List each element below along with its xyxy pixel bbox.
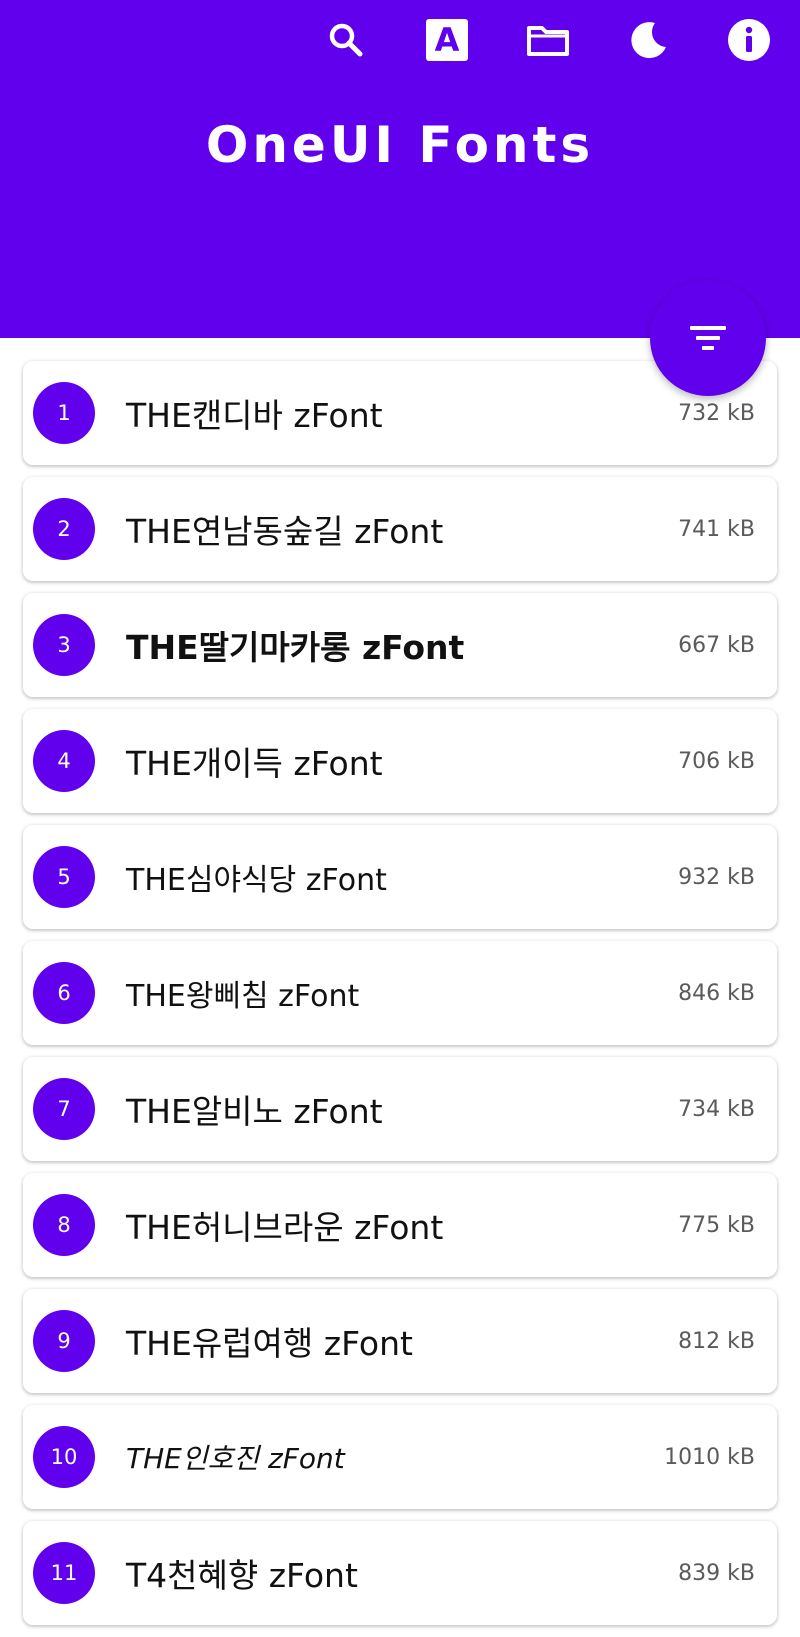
- folder-icon[interactable]: [522, 14, 574, 66]
- font-index-badge: 9: [33, 1310, 95, 1372]
- font-index-badge: 4: [33, 730, 95, 792]
- font-index-badge: 5: [33, 846, 95, 908]
- font-card-7[interactable]: 7 THE알비노 zFont 734 kB: [23, 1057, 777, 1161]
- font-card-2[interactable]: 2 THE연남동숲길 zFont 741 kB: [23, 477, 777, 581]
- font-name: THE캔디바 zFont: [126, 396, 383, 435]
- font-index-badge: 3: [33, 614, 95, 676]
- font-size: 741 kB: [678, 516, 755, 542]
- font-index-badge: 8: [33, 1194, 95, 1256]
- filter-button[interactable]: [650, 280, 766, 396]
- font-size: 667 kB: [678, 632, 755, 658]
- font-card-11[interactable]: 11 T4천혜향 zFont 839 kB: [23, 1521, 777, 1625]
- font-icon[interactable]: A: [421, 14, 473, 66]
- font-card-9[interactable]: 9 THE유럽여행 zFont 812 kB: [23, 1289, 777, 1393]
- font-name: THE인호진 zFont: [126, 1442, 345, 1475]
- font-index-badge: 10: [33, 1426, 95, 1488]
- info-icon[interactable]: [723, 14, 775, 66]
- font-size: 932 kB: [678, 864, 755, 890]
- font-size: 839 kB: [678, 1560, 755, 1586]
- font-name: THE개이득 zFont: [126, 744, 383, 783]
- font-name: THE딸기마카롱 zFont: [126, 628, 465, 667]
- font-size: 706 kB: [678, 748, 755, 774]
- font-name: THE심야식당 zFont: [126, 863, 387, 898]
- font-size: 812 kB: [678, 1328, 755, 1354]
- page-title: OneUI Fonts: [205, 116, 595, 174]
- search-icon[interactable]: [320, 14, 372, 66]
- font-card-10[interactable]: 10 THE인호진 zFont 1010 kB: [23, 1405, 777, 1509]
- font-list: 1 THE캔디바 zFont 732 kB 2 THE연남동숲길 zFont 7…: [23, 361, 777, 1637]
- font-index-badge: 6: [33, 962, 95, 1024]
- font-name: THE유럽여행 zFont: [126, 1324, 413, 1363]
- font-name: THE알비노 zFont: [126, 1092, 383, 1131]
- font-index-badge: 11: [33, 1542, 95, 1604]
- font-card-5[interactable]: 5 THE심야식당 zFont 932 kB: [23, 825, 777, 929]
- font-size: 846 kB: [678, 980, 755, 1006]
- font-size: 775 kB: [678, 1212, 755, 1238]
- font-index-badge: 1: [33, 382, 95, 444]
- font-size: 734 kB: [678, 1096, 755, 1122]
- font-index-badge: 2: [33, 498, 95, 560]
- filter-icon: [690, 326, 726, 350]
- font-card-3[interactable]: 3 THE딸기마카롱 zFont 667 kB: [23, 593, 777, 697]
- font-size: 1010 kB: [664, 1444, 755, 1470]
- font-name: T4천혜향 zFont: [126, 1556, 358, 1595]
- font-name: THE연남동숲길 zFont: [126, 512, 444, 551]
- dark-mode-icon[interactable]: [623, 14, 675, 66]
- font-card-4[interactable]: 4 THE개이득 zFont 706 kB: [23, 709, 777, 813]
- font-name: THE왕삐침 zFont: [126, 979, 360, 1014]
- font-card-6[interactable]: 6 THE왕삐침 zFont 846 kB: [23, 941, 777, 1045]
- font-name: THE허니브라운 zFont: [126, 1208, 444, 1247]
- font-index-badge: 7: [33, 1078, 95, 1140]
- font-card-8[interactable]: 8 THE허니브라운 zFont 775 kB: [23, 1173, 777, 1277]
- font-icon-letter: A: [434, 21, 460, 59]
